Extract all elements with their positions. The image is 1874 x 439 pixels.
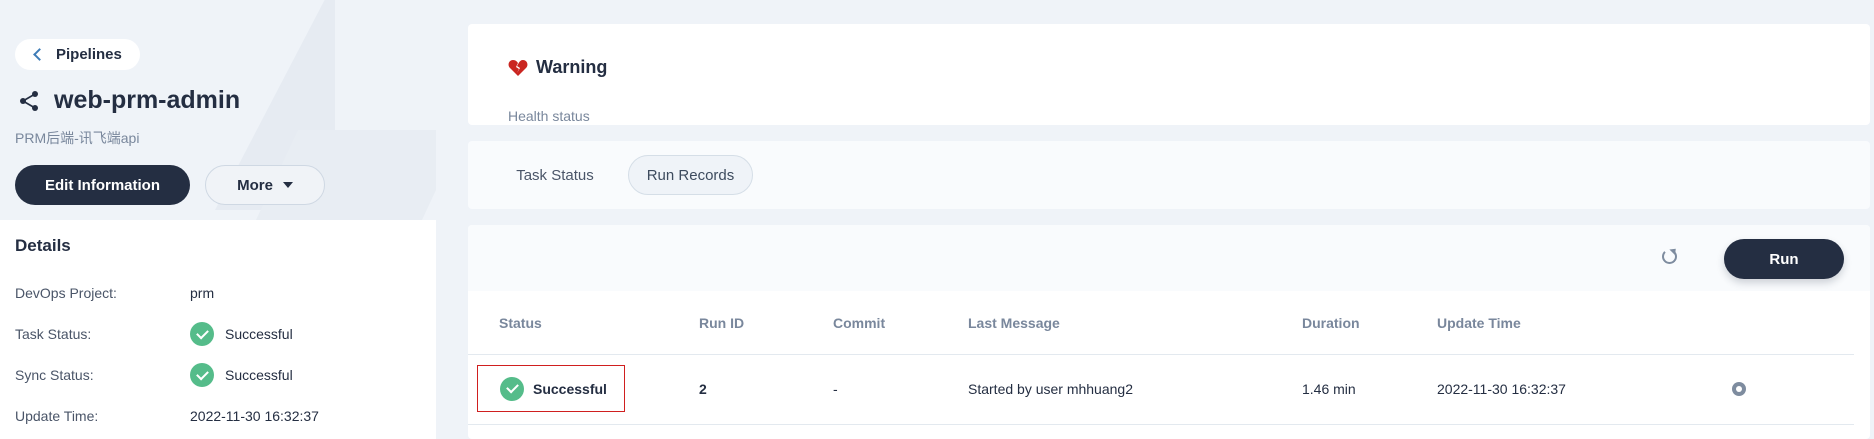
success-check-icon bbox=[190, 363, 214, 387]
success-check-icon bbox=[190, 322, 214, 346]
detail-key: Task Status: bbox=[15, 326, 92, 342]
column-header-run-id: Run ID bbox=[699, 315, 745, 331]
broken-heart-icon bbox=[508, 59, 528, 76]
detail-value: Successful bbox=[225, 326, 293, 342]
tab-task-status[interactable]: Task Status bbox=[510, 155, 600, 195]
back-label: Pipelines bbox=[56, 46, 122, 63]
run-update-time: 2022-11-30 16:32:37 bbox=[1437, 381, 1566, 397]
detail-key: DevOps Project: bbox=[15, 285, 117, 301]
column-header-status: Status bbox=[499, 315, 542, 331]
pipeline-sidebar: Pipelines web-prm-admin PRM后端-讯飞端api Edi… bbox=[0, 0, 436, 439]
detail-key: Update Time: bbox=[15, 408, 99, 424]
more-label: More bbox=[237, 176, 273, 194]
run-button[interactable]: Run bbox=[1724, 239, 1844, 279]
caret-down-icon bbox=[282, 182, 293, 188]
health-status-text: Warning bbox=[536, 57, 608, 77]
detail-row-task-status: Task Status: Successful bbox=[15, 322, 293, 346]
detail-row-sync-status: Sync Status: Successful bbox=[15, 363, 293, 387]
pipeline-icon bbox=[20, 90, 38, 111]
run-status-text: Successful bbox=[533, 380, 607, 397]
details-heading: Details bbox=[15, 236, 71, 255]
health-title: Warning bbox=[508, 57, 607, 78]
detail-value: 2022-11-30 16:32:37 bbox=[190, 408, 319, 424]
run-id-link[interactable]: 2 bbox=[699, 381, 707, 397]
replay-icon[interactable] bbox=[1732, 382, 1746, 396]
column-header-update-time: Update Time bbox=[1437, 315, 1521, 331]
table-header: Status Run ID Commit Last Message Durati… bbox=[468, 291, 1854, 355]
detail-key: Sync Status: bbox=[15, 367, 94, 383]
more-button[interactable]: More bbox=[205, 165, 325, 205]
pipeline-title-row: web-prm-admin bbox=[18, 86, 240, 115]
tab-run-records[interactable]: Run Records bbox=[628, 155, 753, 195]
run-records-panel: Run Status Run ID Commit Last Message Du… bbox=[468, 225, 1870, 439]
chevron-left-icon bbox=[33, 48, 46, 61]
run-duration: 1.46 min bbox=[1302, 381, 1356, 397]
run-last-message: Started by user mhhuang2 bbox=[968, 381, 1133, 397]
edit-information-button[interactable]: Edit Information bbox=[15, 165, 190, 205]
column-header-last-message: Last Message bbox=[968, 315, 1060, 331]
detail-row-project: DevOps Project: prm bbox=[15, 285, 214, 301]
run-commit: - bbox=[833, 381, 838, 397]
run-status-cell[interactable]: Successful bbox=[477, 365, 625, 412]
table-row[interactable]: Successful 2 - Started by user mhhuang2 … bbox=[468, 355, 1854, 425]
refresh-icon[interactable] bbox=[1662, 249, 1677, 264]
health-status-label: Health status bbox=[508, 108, 590, 124]
column-header-duration: Duration bbox=[1302, 315, 1360, 331]
detail-value: prm bbox=[190, 285, 215, 301]
column-header-commit: Commit bbox=[833, 315, 886, 331]
health-status-card: Warning Health status bbox=[468, 24, 1870, 125]
detail-value: Successful bbox=[225, 367, 293, 383]
page-title: web-prm-admin bbox=[54, 86, 241, 114]
success-check-icon bbox=[500, 376, 524, 401]
back-to-pipelines-button[interactable]: Pipelines bbox=[15, 39, 140, 70]
sidebar-header: Pipelines web-prm-admin PRM后端-讯飞端api Edi… bbox=[0, 0, 436, 220]
pipeline-description: PRM后端-讯飞端api bbox=[15, 130, 140, 146]
detail-row-update-time: Update Time: 2022-11-30 16:32:37 bbox=[15, 408, 319, 424]
run-records-toolbar: Run bbox=[468, 225, 1870, 291]
tab-bar: Task Status Run Records bbox=[468, 141, 1870, 209]
